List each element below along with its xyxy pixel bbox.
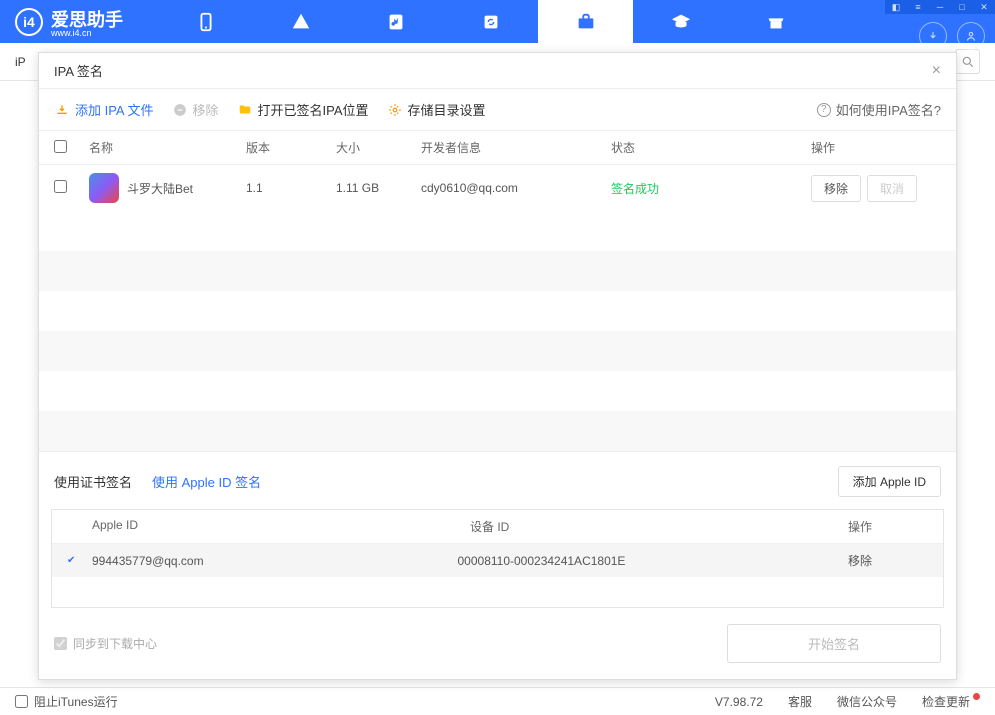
win-list-icon[interactable]: ≡ bbox=[907, 0, 929, 14]
select-all-checkbox[interactable] bbox=[54, 140, 67, 153]
appleid-table: Apple ID 设备 ID 操作 ✔ 994435779@qq.com 000… bbox=[51, 509, 944, 608]
download-icon[interactable] bbox=[919, 22, 947, 50]
modal-header: IPA 签名 × bbox=[39, 53, 956, 89]
nav-music-icon[interactable] bbox=[348, 0, 443, 43]
modal-title: IPA 签名 bbox=[54, 61, 103, 80]
col-appleid: Apple ID bbox=[67, 518, 470, 535]
sync-checkbox-input bbox=[54, 637, 67, 650]
row-status: 签名成功 bbox=[611, 180, 811, 197]
cert-tabs: 使用证书签名 使用 Apple ID 签名 添加 Apple ID bbox=[51, 466, 944, 509]
logo-area: i4 爱思助手 www.i4.cn bbox=[0, 6, 123, 38]
wechat-link[interactable]: 微信公众号 bbox=[837, 693, 897, 710]
remove-icon bbox=[172, 102, 188, 118]
app-header: i4 爱思助手 www.i4.cn ◧ ≡ ─ □ ✕ bbox=[0, 0, 995, 43]
start-sign-button[interactable]: 开始签名 bbox=[727, 624, 941, 663]
device-id-value: 00008110-000234241AC1801E bbox=[458, 554, 849, 568]
folder-icon bbox=[237, 102, 253, 118]
appleid-remove-button[interactable]: 移除 bbox=[848, 552, 928, 569]
empty-row bbox=[39, 211, 956, 251]
nav-sync-icon[interactable] bbox=[443, 0, 538, 43]
service-link[interactable]: 客服 bbox=[788, 693, 812, 710]
block-itunes-checkbox[interactable] bbox=[15, 695, 28, 708]
user-icon[interactable] bbox=[957, 22, 985, 50]
app-icon bbox=[89, 173, 119, 203]
empty-row bbox=[39, 371, 956, 411]
table-header: 名称 版本 大小 开发者信息 状态 操作 bbox=[39, 131, 956, 165]
header-right-icons bbox=[919, 22, 985, 50]
sync-checkbox[interactable]: 同步到下载中心 bbox=[54, 635, 157, 652]
block-itunes-label: 阻止iTunes运行 bbox=[34, 693, 118, 710]
search-icon[interactable] bbox=[955, 49, 980, 74]
close-icon[interactable]: × bbox=[932, 62, 941, 80]
check-icon: ✔ bbox=[67, 555, 82, 566]
ipa-table: 名称 版本 大小 开发者信息 状态 操作 斗罗大陆Bet 1.1 1.11 GB… bbox=[39, 131, 956, 451]
gear-icon bbox=[387, 102, 403, 118]
table-row: 斗罗大陆Bet 1.1 1.11 GB cdy0610@qq.com 签名成功 … bbox=[39, 165, 956, 211]
col-status: 状态 bbox=[611, 139, 811, 156]
app-name: 斗罗大陆Bet bbox=[127, 180, 193, 197]
help-icon: ? bbox=[817, 103, 831, 117]
ipa-sign-modal: IPA 签名 × 添加 IPA 文件 移除 打开已签名IPA位置 存储目录设置 … bbox=[38, 52, 957, 680]
tab-cert-sign[interactable]: 使用证书签名 bbox=[54, 472, 132, 491]
update-link[interactable]: 检查更新 bbox=[922, 693, 980, 710]
appleid-value: 994435779@qq.com bbox=[92, 554, 204, 568]
row-size: 1.11 GB bbox=[336, 181, 421, 195]
status-bar: 阻止iTunes运行 V7.98.72 客服 微信公众号 检查更新 bbox=[0, 687, 995, 715]
win-theme-icon[interactable]: ◧ bbox=[885, 0, 907, 14]
row-cancel-button: 取消 bbox=[867, 175, 917, 202]
appleid-table-header: Apple ID 设备 ID 操作 bbox=[52, 510, 943, 544]
nav-store-icon[interactable] bbox=[728, 0, 823, 43]
row-version: 1.1 bbox=[246, 181, 336, 195]
footer-right: V7.98.72 客服 微信公众号 检查更新 bbox=[715, 693, 980, 710]
nav-education-icon[interactable] bbox=[633, 0, 728, 43]
window-controls: ◧ ≡ ─ □ ✕ bbox=[885, 0, 995, 14]
col-name: 名称 bbox=[89, 139, 246, 156]
update-dot-icon bbox=[973, 693, 980, 700]
modal-footer: 同步到下载中心 开始签名 bbox=[39, 608, 956, 679]
empty-row bbox=[39, 291, 956, 331]
row-checkbox[interactable] bbox=[54, 180, 67, 193]
win-minimize-icon[interactable]: ─ bbox=[929, 0, 951, 14]
win-close-icon[interactable]: ✕ bbox=[973, 0, 995, 14]
add-appleid-button[interactable]: 添加 Apple ID bbox=[838, 466, 941, 497]
nav-device-icon[interactable] bbox=[158, 0, 253, 43]
add-ipa-button[interactable]: 添加 IPA 文件 bbox=[54, 100, 154, 119]
row-remove-button[interactable]: 移除 bbox=[811, 175, 861, 202]
footer-left: 阻止iTunes运行 bbox=[15, 693, 118, 710]
col-action: 操作 bbox=[811, 139, 941, 156]
nav-tabs bbox=[158, 0, 823, 43]
col-version: 版本 bbox=[246, 139, 336, 156]
empty-row bbox=[39, 251, 956, 291]
appleid-row[interactable]: ✔ 994435779@qq.com 00008110-000234241AC1… bbox=[52, 544, 943, 577]
open-signed-button[interactable]: 打开已签名IPA位置 bbox=[237, 100, 369, 119]
col-size: 大小 bbox=[336, 139, 421, 156]
remove-button: 移除 bbox=[172, 100, 219, 119]
nav-toolbox-icon[interactable] bbox=[538, 0, 633, 43]
sub-header-label: iP bbox=[15, 55, 26, 69]
nav-apps-icon[interactable] bbox=[253, 0, 348, 43]
col-developer: 开发者信息 bbox=[421, 139, 611, 156]
download-folder-icon bbox=[54, 102, 70, 118]
win-maximize-icon[interactable]: □ bbox=[951, 0, 973, 14]
col-action: 操作 bbox=[848, 518, 928, 535]
help-link[interactable]: ? 如何使用IPA签名? bbox=[817, 100, 941, 119]
version-label: V7.98.72 bbox=[715, 695, 763, 709]
cert-section: 使用证书签名 使用 Apple ID 签名 添加 Apple ID Apple … bbox=[39, 451, 956, 608]
row-developer: cdy0610@qq.com bbox=[421, 181, 611, 195]
storage-settings-button[interactable]: 存储目录设置 bbox=[387, 100, 486, 119]
logo-icon: i4 bbox=[15, 8, 43, 36]
empty-row bbox=[39, 331, 956, 371]
tab-appleid-sign[interactable]: 使用 Apple ID 签名 bbox=[152, 472, 261, 491]
col-device-id: 设备 ID bbox=[470, 518, 848, 535]
modal-toolbar: 添加 IPA 文件 移除 打开已签名IPA位置 存储目录设置 ? 如何使用IPA… bbox=[39, 89, 956, 131]
empty-row bbox=[39, 411, 956, 451]
